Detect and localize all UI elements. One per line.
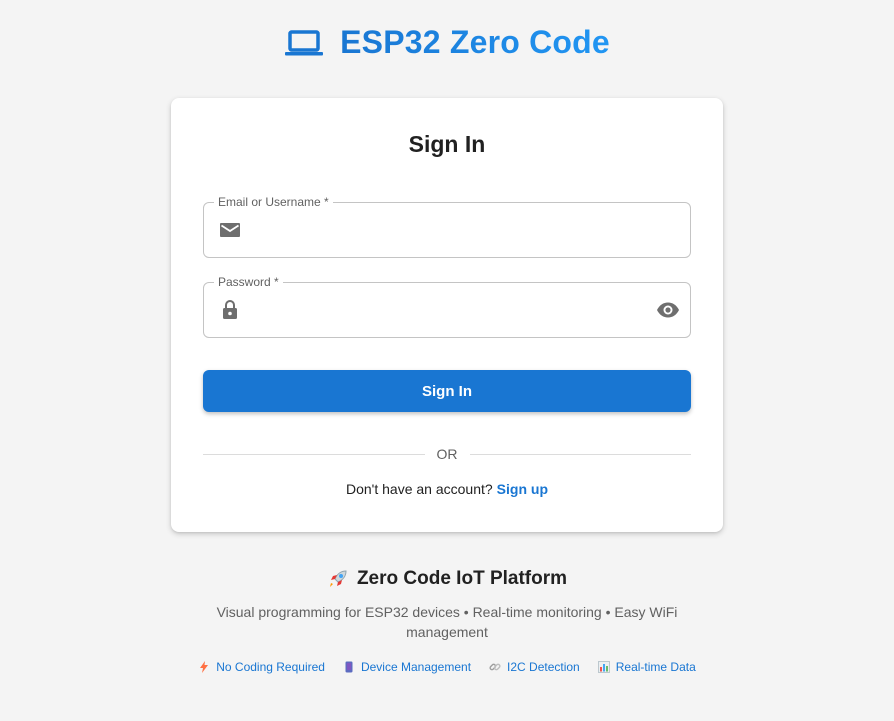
platform-description: Visual programming for ESP32 devices • R… xyxy=(216,604,678,640)
link-icon xyxy=(489,663,501,671)
mail-icon xyxy=(220,223,240,237)
or-divider: OR xyxy=(203,444,691,464)
device-icon xyxy=(345,661,353,673)
feature-item: Real-time Data xyxy=(597,660,696,674)
laptop-icon xyxy=(285,29,324,55)
email-label: Email or Username * xyxy=(214,194,333,210)
password-input[interactable] xyxy=(254,297,648,325)
email-input[interactable] xyxy=(254,217,648,245)
platform-title: Zero Code IoT Platform xyxy=(0,568,894,590)
visibility-toggle-icon[interactable] xyxy=(656,298,680,322)
feature-label: I2C Detection xyxy=(507,660,580,674)
login-card: Sign In Email or Username * Password * S… xyxy=(171,98,723,532)
signup-row: Don't have an account? Sign up xyxy=(171,481,723,497)
platform-title-text: Zero Code IoT Platform xyxy=(356,568,568,589)
feature-item: Device Management xyxy=(343,660,471,674)
password-label: Password * xyxy=(214,274,283,290)
feature-list: No Coding Required Device Management I2C… xyxy=(0,660,894,674)
sign-in-button[interactable]: Sign In xyxy=(203,370,691,412)
lock-icon xyxy=(223,300,237,319)
feature-label: Device Management xyxy=(360,660,472,674)
feature-label: No Coding Required xyxy=(216,660,325,674)
divider-text: OR xyxy=(436,446,458,462)
feature-item: I2C Detection xyxy=(489,660,580,674)
password-field[interactable]: Password * xyxy=(203,274,691,338)
lightning-icon xyxy=(200,661,209,673)
divider-line-left xyxy=(203,453,425,455)
bar-chart-icon xyxy=(597,661,610,673)
signup-prompt: Don't have an account? xyxy=(346,481,493,497)
brand-header: ESP32 Zero Code xyxy=(0,24,894,61)
sign-up-link[interactable]: Sign up xyxy=(497,481,548,497)
card-title: Sign In xyxy=(408,131,486,157)
feature-label: Real-time Data xyxy=(615,660,696,674)
rocket-icon xyxy=(329,570,347,587)
feature-item: No Coding Required xyxy=(198,660,325,674)
email-field[interactable]: Email or Username * xyxy=(203,194,691,258)
brand-title: ESP32 Zero Code xyxy=(340,24,610,60)
divider-line-right xyxy=(469,453,691,455)
